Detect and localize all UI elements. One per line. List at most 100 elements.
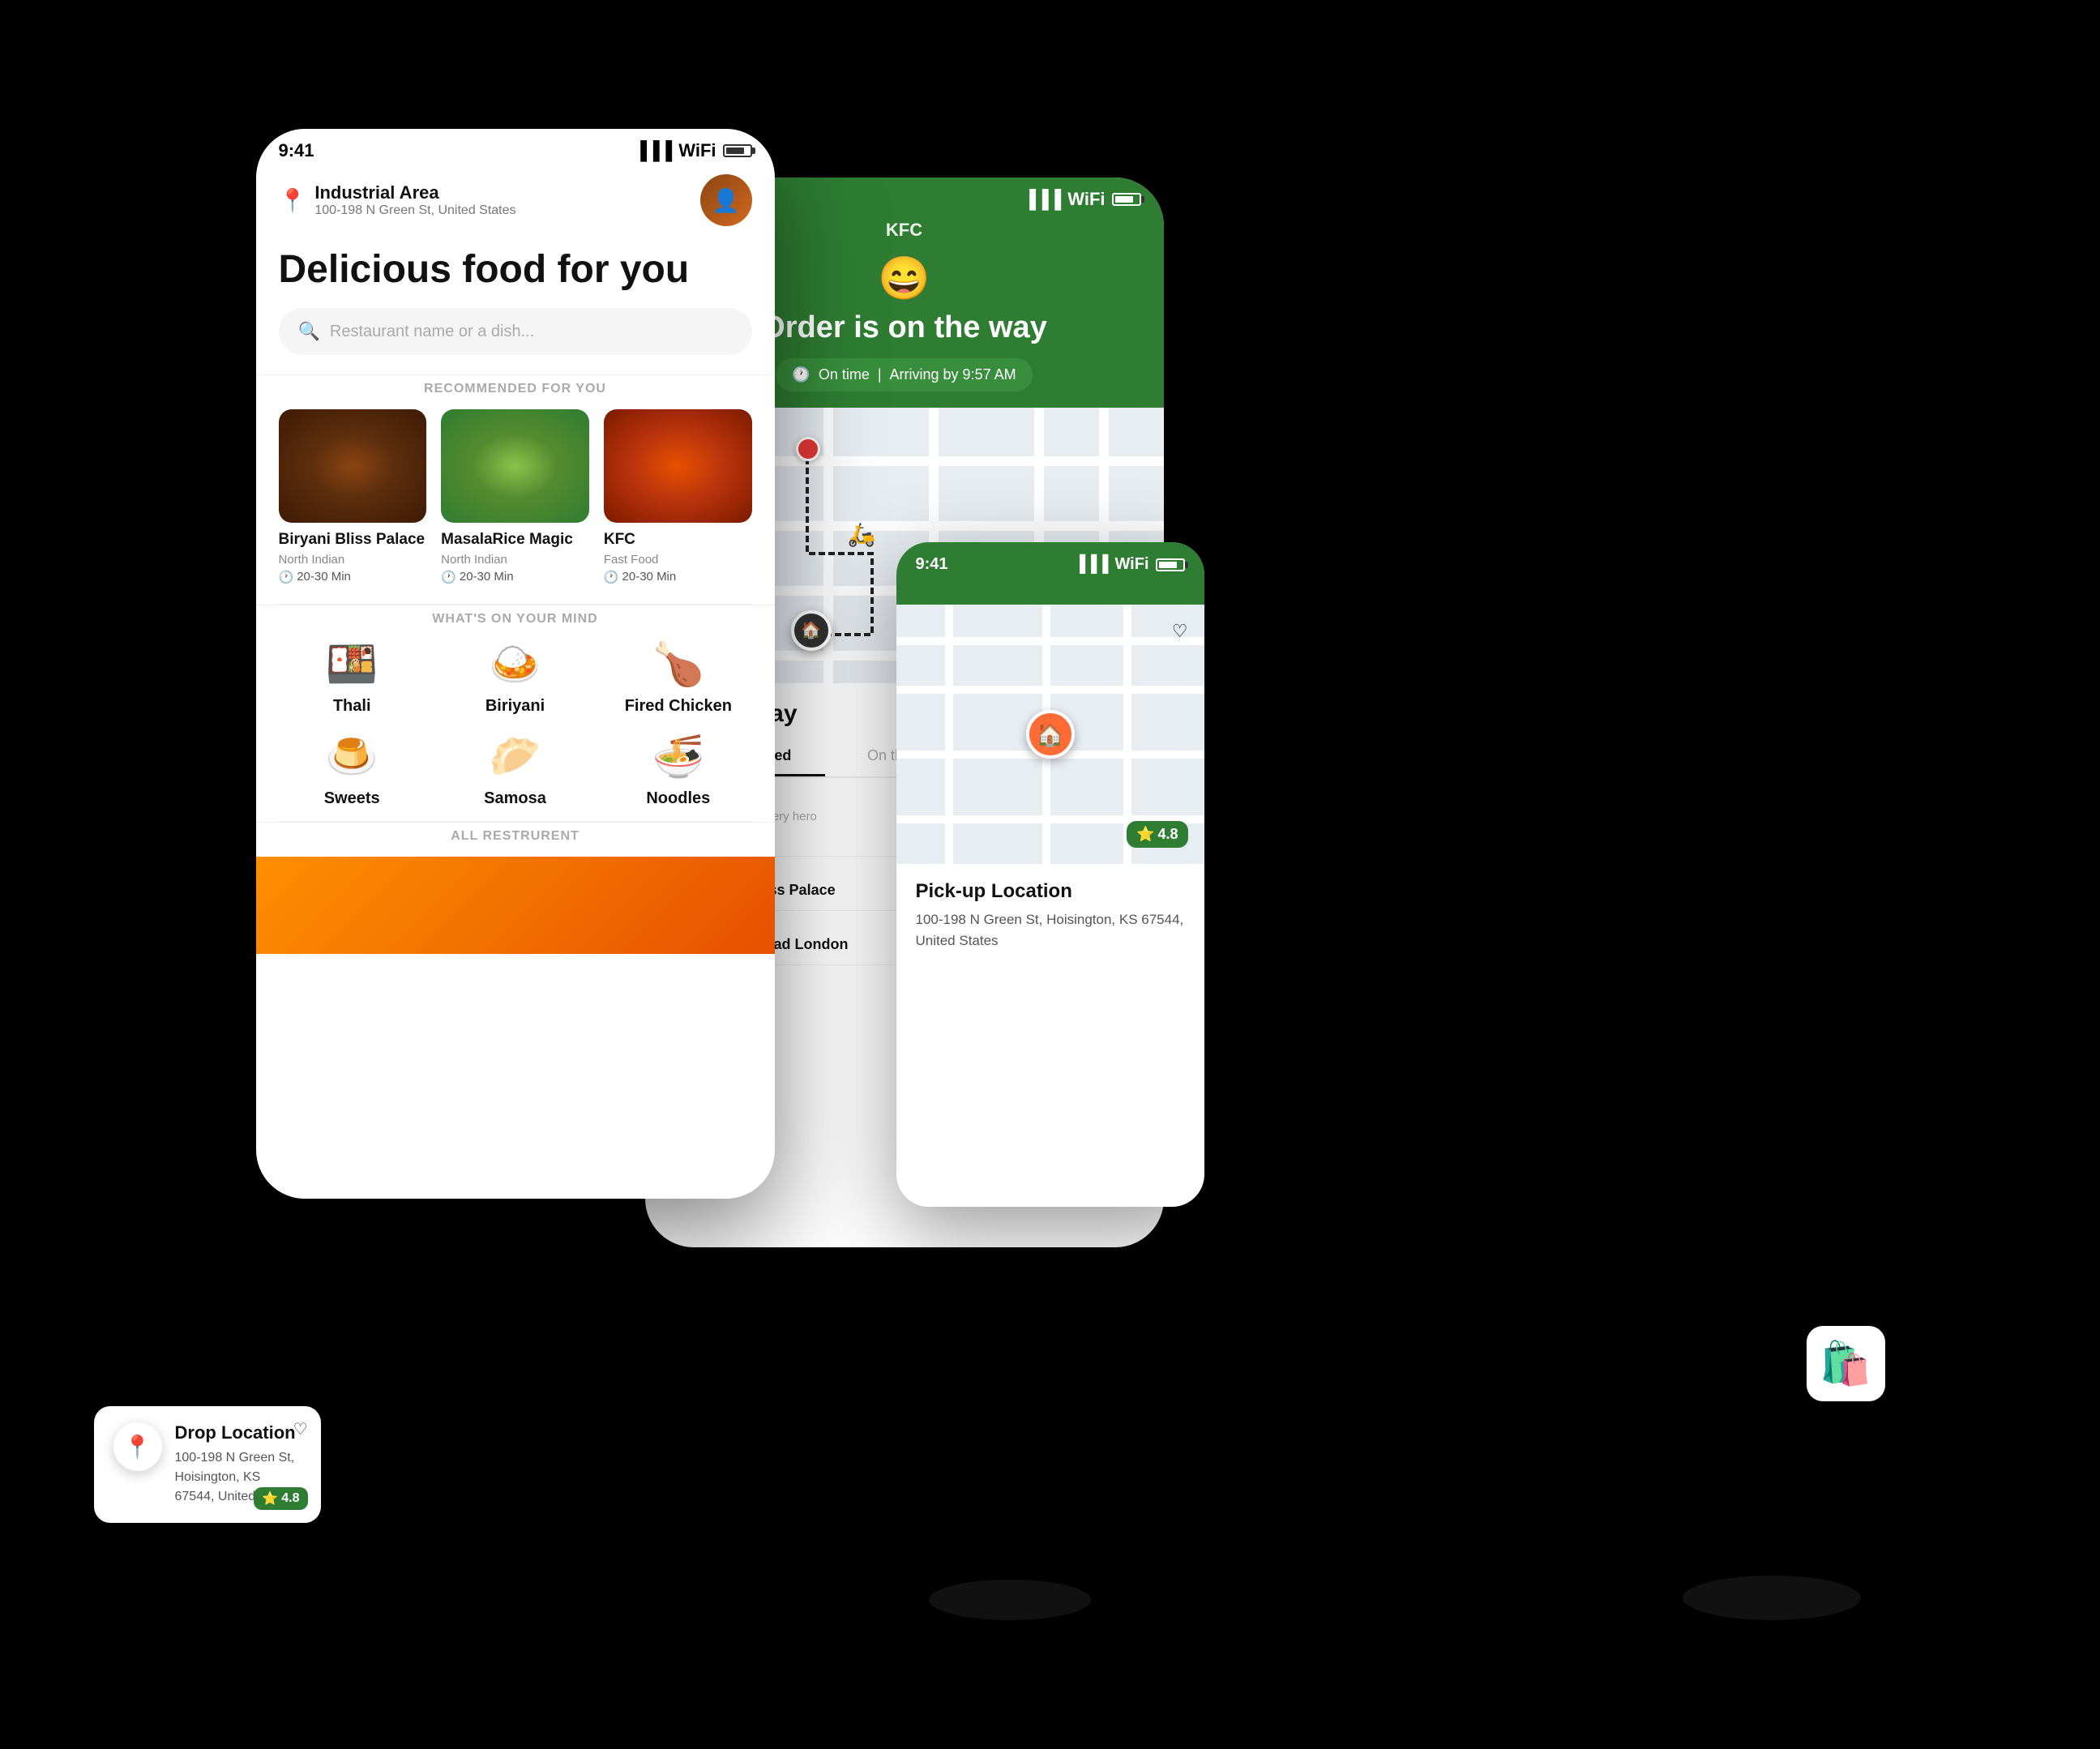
wifi-icon: WiFi bbox=[678, 140, 716, 161]
category-fired-chicken[interactable]: 🍗 Fired Chicken bbox=[605, 639, 751, 716]
p3-green-spacer bbox=[916, 574, 1185, 598]
fired-chicken-icon: 🍗 bbox=[652, 639, 704, 689]
restaurant-name-3: KFC bbox=[604, 531, 752, 550]
p3-heart-icon[interactable]: ♡ bbox=[1172, 621, 1188, 642]
restaurant-time-3: 🕐 20-30 Min bbox=[604, 570, 752, 584]
location-info: 📍 Industrial Area 100-198 N Green St, Un… bbox=[279, 182, 516, 218]
food-icon-card: 🛍️ bbox=[1807, 1326, 1885, 1401]
separator: | bbox=[878, 366, 882, 383]
drop-pin-icon: 📍 bbox=[113, 1422, 162, 1471]
drop-heart-icon[interactable]: ♡ bbox=[293, 1419, 308, 1439]
food-bag-icon: 🛍️ bbox=[1820, 1341, 1872, 1388]
noodles-label: Noodles bbox=[646, 789, 710, 808]
star-icon: ⭐ bbox=[1136, 826, 1154, 843]
whats-on-mind-label: WHAT'S ON YOUR MIND bbox=[256, 605, 775, 639]
restaurant-img-2 bbox=[441, 409, 589, 523]
status-bar-3: 9:41 ▐▐▐ WiFi bbox=[916, 555, 1185, 574]
restaurant-cuisine-1: North Indian bbox=[279, 553, 427, 567]
drop-star-icon: ⭐ bbox=[262, 1490, 278, 1507]
battery-icon-2 bbox=[1112, 193, 1141, 206]
scene: 9:41 ▐▐▐ WiFi 📍 Industrial Area 100-198 … bbox=[78, 64, 2023, 1685]
restaurant-img-1 bbox=[279, 409, 427, 523]
pickup-address: 100-198 N Green St, Hoisington, KS 67544… bbox=[916, 909, 1185, 951]
p3-road-h2 bbox=[896, 686, 1204, 694]
drop-rating-badge: ⭐ 4.8 bbox=[254, 1487, 307, 1510]
shadow-blob-2 bbox=[1683, 1576, 1861, 1620]
recommended-label: RECOMMENDED FOR YOU bbox=[256, 374, 775, 409]
samosa-label: Samosa bbox=[484, 789, 546, 808]
restaurant-card-1[interactable]: Biryani Bliss Palace North Indian 🕐 20-3… bbox=[279, 409, 427, 584]
drop-pin-wrapper: 📍 bbox=[113, 1422, 162, 1471]
restaurant-name-1: Biryani Bliss Palace bbox=[279, 531, 427, 550]
time-3: 9:41 bbox=[916, 555, 948, 574]
start-pin bbox=[796, 437, 820, 461]
area-address: 100-198 N Green St, United States bbox=[314, 203, 515, 218]
clock-icon-1: 🕐 bbox=[279, 570, 294, 584]
biriyani-icon: 🍛 bbox=[489, 639, 541, 689]
location-text: Industrial Area 100-198 N Green St, Unit… bbox=[314, 182, 515, 218]
sweets-label: Sweets bbox=[324, 789, 380, 808]
pickup-title: Pick-up Location bbox=[916, 880, 1185, 903]
thali-icon: 🍱 bbox=[326, 639, 379, 689]
p3-info-section: Pick-up Location 100-198 N Green St, Hoi… bbox=[896, 864, 1204, 967]
p3-header-bg: 9:41 ▐▐▐ WiFi bbox=[896, 542, 1204, 605]
category-thali[interactable]: 🍱 Thali bbox=[279, 639, 426, 716]
restaurant-card-3[interactable]: KFC Fast Food 🕐 20-30 Min bbox=[604, 409, 752, 584]
wifi-icon-2: WiFi bbox=[1067, 189, 1105, 210]
p3-road-v1 bbox=[945, 605, 953, 864]
p3-map: 🏠 ♡ ⭐ 4.8 bbox=[896, 605, 1204, 864]
phone-3: 9:41 ▐▐▐ WiFi 🏠 bbox=[896, 542, 1204, 1207]
status-icons-3: ▐▐▐ WiFi bbox=[1074, 555, 1185, 574]
phone-1: 9:41 ▐▐▐ WiFi 📍 Industrial Area 100-198 … bbox=[256, 129, 775, 1199]
signal-icon: ▐▐▐ bbox=[635, 140, 673, 161]
noodles-icon: 🍜 bbox=[652, 732, 704, 781]
sweets-icon: 🍮 bbox=[326, 732, 379, 781]
category-biriyani[interactable]: 🍛 Biriyani bbox=[442, 639, 588, 716]
time-1: 9:41 bbox=[279, 140, 314, 161]
location-pin-icon: 📍 bbox=[279, 187, 307, 214]
signal-icon-2: ▐▐▐ bbox=[1024, 189, 1062, 210]
on-time-text: On time bbox=[819, 366, 870, 383]
shadow-blob-1 bbox=[929, 1580, 1091, 1620]
area-name: Industrial Area bbox=[314, 182, 515, 203]
arriving-text: Arriving by 9:57 AM bbox=[890, 366, 1016, 383]
location-row: 📍 Industrial Area 100-198 N Green St, Un… bbox=[256, 168, 775, 239]
battery-icon bbox=[723, 144, 752, 157]
wifi-icon-3: WiFi bbox=[1114, 555, 1148, 574]
thali-label: Thali bbox=[333, 697, 371, 716]
fired-chicken-label: Fired Chicken bbox=[625, 697, 732, 716]
p3-road-h1 bbox=[896, 637, 1204, 645]
clock-icon-badge: 🕐 bbox=[792, 366, 810, 383]
drop-title: Drop Location bbox=[175, 1422, 302, 1443]
p3-rating-badge: ⭐ 4.8 bbox=[1127, 821, 1187, 848]
category-noodles[interactable]: 🍜 Noodles bbox=[605, 732, 751, 808]
user-avatar[interactable]: 👤 bbox=[700, 174, 752, 226]
signal-icon-3: ▐▐▐ bbox=[1074, 555, 1109, 574]
category-samosa[interactable]: 🥟 Samosa bbox=[442, 732, 588, 808]
clock-icon-3: 🕐 bbox=[604, 570, 619, 584]
recommended-row: Biryani Bliss Palace North Indian 🕐 20-3… bbox=[256, 409, 775, 604]
delivery-rider: 🛵 bbox=[848, 521, 876, 548]
main-headline: Delicious food for you bbox=[279, 247, 752, 292]
drop-location-card: 📍 Drop Location 100-198 N Green St, Hois… bbox=[94, 1406, 321, 1523]
status-bar-1: 9:41 ▐▐▐ WiFi bbox=[256, 129, 775, 168]
samosa-icon: 🥟 bbox=[489, 732, 541, 781]
status-badge: 🕐 On time | Arriving by 9:57 AM bbox=[776, 358, 1032, 391]
restaurant-card-2[interactable]: MasalaRice Magic North Indian 🕐 20-30 Mi… bbox=[441, 409, 589, 584]
headline-section: Delicious food for you bbox=[256, 239, 775, 308]
restaurant-cuisine-3: Fast Food bbox=[604, 553, 752, 567]
categories-grid: 🍱 Thali 🍛 Biriyani 🍗 Fired Chicken 🍮 Swe… bbox=[256, 639, 775, 821]
search-bar[interactable]: 🔍 Restaurant name or a dish... bbox=[279, 308, 752, 355]
end-pin: 🏠 bbox=[791, 610, 832, 651]
all-restaurants-label: ALL RESTRURENT bbox=[256, 822, 775, 857]
restaurant-name-2: MasalaRice Magic bbox=[441, 531, 589, 550]
category-sweets[interactable]: 🍮 Sweets bbox=[279, 732, 426, 808]
food-preview-strip bbox=[256, 857, 775, 954]
biriyani-label: Biriyani bbox=[485, 697, 545, 716]
search-icon: 🔍 bbox=[298, 321, 320, 342]
status-icons-2: ▐▐▐ WiFi bbox=[1024, 189, 1141, 210]
restaurant-cuisine-2: North Indian bbox=[441, 553, 589, 567]
rating-value: 4.8 bbox=[1157, 826, 1178, 843]
drop-rating-value: 4.8 bbox=[281, 1491, 299, 1506]
status-icons-1: ▐▐▐ WiFi bbox=[635, 140, 752, 161]
